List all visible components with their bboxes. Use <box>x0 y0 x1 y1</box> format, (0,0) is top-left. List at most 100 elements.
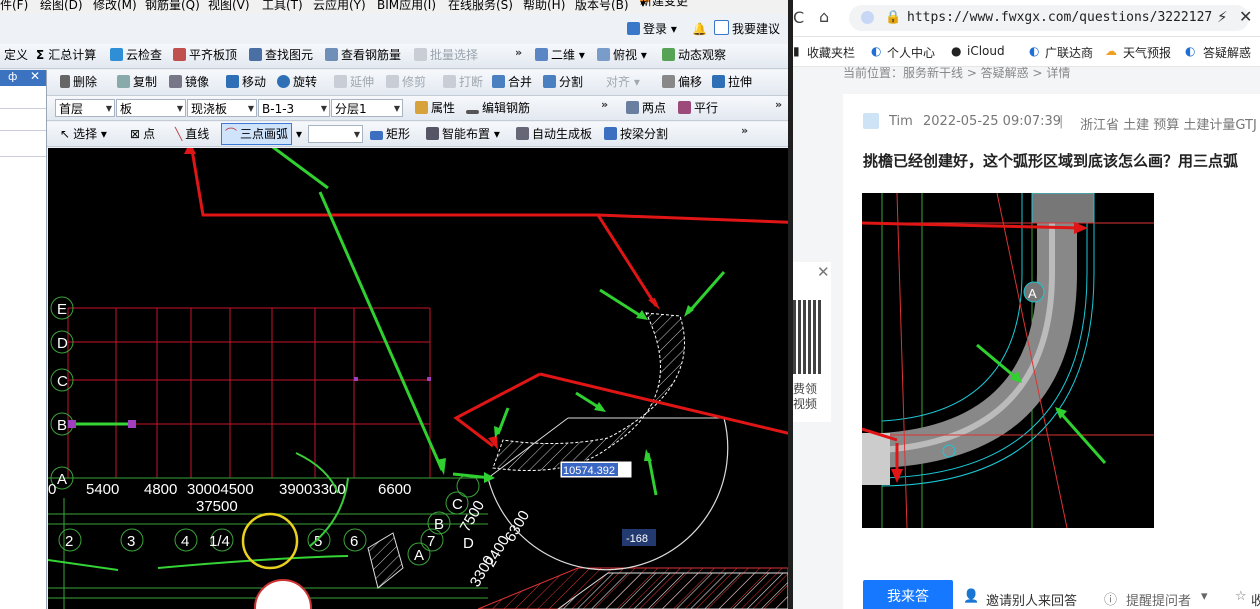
more-icon[interactable]: » <box>775 98 782 111</box>
round-column <box>254 579 312 609</box>
menu-item[interactable]: 在线服务(S) <box>448 0 513 13</box>
find-element-button[interactable]: 查找图元 <box>249 45 313 65</box>
stretch-button[interactable]: 拉伸 <box>712 72 752 92</box>
copy-button[interactable]: 复制 <box>117 72 157 92</box>
view-rebar-button[interactable]: 查看钢筋量 <box>325 45 401 65</box>
layer-select[interactable]: 分层1 ▼ <box>331 99 403 117</box>
axis-labels: E D C B A 2 3 4 1/4 5 6 7 D C B A <box>57 301 474 564</box>
bell-icon[interactable]: 🔔 <box>692 19 707 39</box>
dim-text: 6600 <box>378 481 411 498</box>
bookmark-item[interactable]: 天气预报 <box>1123 44 1171 61</box>
pin-icon[interactable]: ф <box>8 70 17 83</box>
menu-item[interactable]: 钢筋量(Q) <box>145 0 200 13</box>
align-dropdown[interactable]: 对齐 ▾ <box>606 72 640 92</box>
top-view-dropdown[interactable]: 俯视 ▾ <box>597 45 647 65</box>
menu-item-new-change[interactable]: 新建变更 ▾ <box>640 0 688 10</box>
menu-item[interactable]: 帮助(H) <box>523 0 565 13</box>
coord-input-value[interactable]: 10574.392 <box>563 465 615 477</box>
mirror-button[interactable]: 镜像 <box>169 72 209 92</box>
chevron-down-icon[interactable]: ▾ <box>1201 589 1208 604</box>
split-button[interactable]: 分割 <box>543 72 583 92</box>
select-button[interactable]: ↖ 选择 ▾ <box>60 124 107 144</box>
element-type-select[interactable]: 板 ▼ <box>116 99 186 117</box>
attribute-button[interactable]: 属性 <box>415 98 455 118</box>
close-tab-icon[interactable]: ✕ <box>1239 7 1252 26</box>
url-text[interactable]: https://www.fwxgx.com/questions/3222127 <box>907 10 1212 25</box>
arc-mode-select[interactable]: ▼ <box>308 125 363 143</box>
menu-item[interactable]: 修改(M) <box>93 0 137 13</box>
cloud-check-button[interactable]: 云检查 <box>110 45 162 65</box>
menu-item[interactable]: 视图(V) <box>208 0 250 13</box>
rotate-button[interactable]: 旋转 <box>277 72 317 92</box>
rectangle-button[interactable]: 矩形 <box>370 124 410 144</box>
menu-item[interactable]: 件(F) <box>0 0 28 13</box>
parallel-button[interactable]: 平行 <box>678 98 718 118</box>
lightning-icon[interactable]: ⚡ <box>1217 8 1228 26</box>
suggest-button[interactable]: 我要建议 <box>714 19 780 39</box>
delete-button[interactable]: 删除 <box>60 72 97 92</box>
extend-button[interactable]: 延伸 <box>334 72 374 92</box>
point-button[interactable]: ⊠ 点 <box>130 124 155 144</box>
more-icon[interactable]: » <box>515 46 522 59</box>
collect-link[interactable]: 收 <box>1251 590 1260 609</box>
axis-label: 4 <box>181 533 189 550</box>
floor-select[interactable]: 首层 ▼ <box>55 99 115 117</box>
reload-icon[interactable]: C <box>793 8 804 27</box>
chat-icon <box>714 20 729 35</box>
two-points-button[interactable]: 两点 <box>626 98 666 118</box>
bookmark-icon: ◐ <box>1029 44 1040 58</box>
break-button[interactable]: 打断 <box>443 72 483 92</box>
auto-generate-board-button[interactable]: 自动生成板 <box>516 124 592 144</box>
offset-button[interactable]: 偏移 <box>662 72 702 92</box>
dynamic-view-button[interactable]: 动态观察 <box>662 45 726 65</box>
smart-layout-icon <box>426 127 439 140</box>
attribute-icon <box>415 101 428 114</box>
bookmark-item[interactable]: 个人中心 <box>887 44 935 61</box>
menu-item[interactable]: BIM应用(I) <box>377 0 436 13</box>
question-image[interactable]: A <box>862 193 1154 528</box>
board-type-select[interactable]: 现浇板 ▼ <box>187 99 257 117</box>
more-icon[interactable]: » <box>741 124 748 137</box>
trim-button[interactable]: 修剪 <box>386 72 426 92</box>
line-button[interactable]: ╲ 直线 <box>175 124 209 144</box>
bookmark-item[interactable]: iCloud <box>967 44 1005 58</box>
split-by-beam-button[interactable]: 按梁分割 <box>604 124 668 144</box>
breadcrumb: 当前位置：服务新干线 > 答疑解惑 > 详情 <box>843 66 1071 80</box>
author-name[interactable]: Tim <box>889 114 913 129</box>
menu-item[interactable]: 云应用(Y) <box>313 0 366 13</box>
star-icon[interactable]: ☆ <box>1235 589 1247 604</box>
board-id-select[interactable]: B-1-3 ▼ <box>258 99 330 117</box>
chevron-down-icon: ▼ <box>176 104 183 113</box>
edit-rebar-button[interactable]: 编辑钢筋 <box>466 98 530 118</box>
align-slab-top-button[interactable]: 平齐板顶 <box>173 45 237 65</box>
view-2d-dropdown[interactable]: 二维 ▾ <box>535 45 585 65</box>
invite-link[interactable]: 邀请别人来回答 <box>986 590 1077 609</box>
menu-item[interactable]: 工具(T) <box>262 0 303 13</box>
close-icon[interactable]: ✕ <box>817 263 830 281</box>
arc-options-dropdown[interactable]: ▾ <box>296 124 302 144</box>
bookmark-item[interactable]: 答疑解惑 <box>1203 44 1251 61</box>
home-icon[interactable]: ⌂ <box>819 7 829 26</box>
mirror-icon <box>169 75 182 88</box>
bookmark-item[interactable]: 广联达商 <box>1045 44 1093 61</box>
more-icon[interactable]: » <box>601 98 608 111</box>
toolbar-properties: 首层 ▼ 板 ▼ 现浇板 ▼ B-1-3 ▼ 分层1 ▼ 属性 编辑钢筋 » 两点 平行 … <box>0 96 788 121</box>
avatar[interactable] <box>863 113 879 129</box>
answer-button[interactable]: 我来答 <box>863 580 953 609</box>
smart-layout-button[interactable]: 智能布置 ▾ <box>426 124 500 144</box>
move-button[interactable]: 移动 <box>226 72 266 92</box>
close-icon[interactable]: ✕ <box>30 69 40 83</box>
three-point-arc-button[interactable]: ⌒ 三点画弧 <box>221 123 293 145</box>
axis-label: C <box>452 496 463 513</box>
batch-select-button[interactable]: 批量选择 <box>414 45 478 65</box>
menu-item[interactable]: 绘图(D) <box>40 0 83 13</box>
remind-asker-link[interactable]: 提醒提问者 <box>1126 590 1191 609</box>
menu-item[interactable]: 版本号(B) <box>575 0 629 13</box>
bookmark-folder-icon[interactable]: ▮ <box>793 44 800 58</box>
summary-calc-button[interactable]: Σ 汇总计算 <box>36 45 96 65</box>
drawing-canvas[interactable]: E D C B A 2 3 4 1/4 5 6 7 D C B A 0 5400… <box>48 148 788 609</box>
merge-button[interactable]: 合并 <box>492 72 532 92</box>
login-button[interactable]: 登录 ▾ <box>627 19 677 39</box>
bookmark-item[interactable]: 收藏夹栏 <box>807 44 855 61</box>
define-button[interactable]: 定义 <box>4 45 28 65</box>
